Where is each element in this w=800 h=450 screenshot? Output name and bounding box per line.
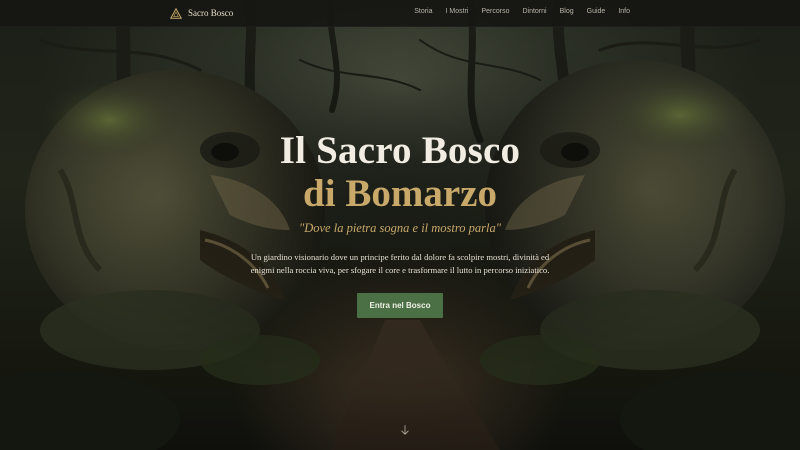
nav-link-blog[interactable]: Blog (560, 8, 574, 15)
hero-description: Un giardino visionario dove un principe … (250, 251, 550, 276)
hero-title-line1: Il Sacro Bosco (279, 129, 521, 172)
nav-link-storia[interactable]: Storia (414, 8, 432, 15)
triangle-logo-icon (170, 7, 182, 19)
hero-description-line2: enigmi nella roccia viva, per sfogare il… (250, 264, 550, 275)
nav-link-percorso[interactable]: Percorso (481, 8, 509, 15)
brand-name: Sacro Bosco (188, 8, 234, 18)
nav-links: Storia I Mostri Percorso Dintorni Blog G… (401, 8, 630, 15)
nav-link-dintorni[interactable]: Dintorni (522, 8, 546, 15)
nav-link-info[interactable]: Info (618, 8, 630, 15)
hero-title-line2: di Bomarzo (303, 172, 497, 215)
top-navbar: Sacro Bosco Storia I Mostri Percorso Din… (0, 0, 800, 27)
hero-tagline: "Dove la pietra sogna e il mostro parla" (298, 221, 502, 235)
arrow-down-icon[interactable] (399, 424, 411, 436)
enter-forest-button[interactable]: Entra nel Bosco (357, 293, 443, 318)
brand-link[interactable]: Sacro Bosco (170, 6, 233, 20)
nav-link-guide[interactable]: Guide (587, 8, 606, 15)
hero-description-line1: Un giardino visionario dove un principe … (250, 252, 550, 262)
nav-link-mostri[interactable]: I Mostri (446, 8, 469, 15)
